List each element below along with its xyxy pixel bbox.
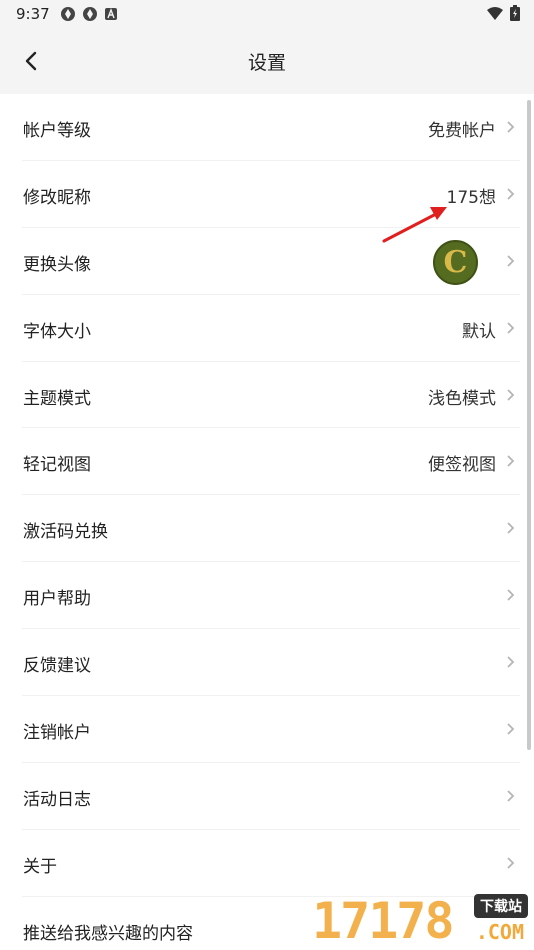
row-label: 激活码兑换 — [23, 522, 108, 543]
settings-row-redeem-code[interactable]: 激活码兑换 — [22, 495, 520, 563]
settings-list: 帐户等级 免费帐户 修改昵称 175想 更换头像 C 字体大小 默认 主题模式 … — [0, 94, 534, 950]
watermark-digits: 17178 — [312, 892, 455, 950]
settings-row-account-level[interactable]: 帐户等级 免费帐户 — [22, 94, 520, 161]
chevron-right-icon — [507, 723, 515, 735]
row-value: 浅色模式 — [428, 388, 496, 409]
chevron-right-icon — [507, 589, 515, 601]
status-bar: 9:37 — [0, 0, 534, 28]
settings-row-activity-log[interactable]: 活动日志 — [22, 763, 520, 830]
avatar[interactable]: C — [433, 239, 478, 285]
app-header: 设置 — [0, 28, 534, 94]
row-label: 更换头像 — [23, 254, 91, 275]
settings-row-font-size[interactable]: 字体大小 默认 — [22, 295, 520, 362]
wifi-icon — [486, 6, 504, 25]
chevron-right-icon — [507, 322, 515, 334]
settings-row-delete-account[interactable]: 注销帐户 — [22, 696, 520, 763]
row-label: 活动日志 — [23, 789, 91, 810]
page-title: 设置 — [247, 52, 286, 74]
chevron-right-icon — [507, 388, 515, 401]
chevron-right-icon — [507, 790, 515, 802]
row-value: 便签视图 — [428, 455, 496, 476]
battery-icon — [510, 5, 520, 25]
chevron-right-icon — [507, 188, 515, 200]
scrollbar[interactable] — [527, 100, 531, 750]
settings-row-nickname[interactable]: 修改昵称 175想 — [22, 161, 520, 228]
row-label: 轻记视图 — [23, 455, 91, 476]
row-label: 推送给我感兴趣的内容 — [23, 923, 193, 944]
watermark-suffix: .COM — [475, 920, 524, 944]
chevron-right-icon — [507, 656, 515, 668]
chevron-right-icon — [507, 121, 515, 133]
avatar-letter: C — [443, 244, 468, 280]
chevron-right-icon — [507, 857, 515, 869]
watermark-tag: 下载站 — [474, 894, 528, 918]
chevron-right-icon — [507, 522, 515, 534]
settings-row-theme[interactable]: 主题模式 浅色模式 — [22, 362, 520, 429]
chevron-right-icon — [507, 455, 515, 468]
row-label: 用户帮助 — [23, 589, 91, 610]
settings-row-avatar[interactable]: 更换头像 C — [22, 228, 520, 295]
row-label: 帐户等级 — [23, 121, 91, 141]
chevron-right-icon — [507, 255, 515, 267]
site-watermark: 17178 下载站 .COM — [312, 890, 532, 950]
row-value: 免费帐户 — [428, 121, 496, 141]
keyboard-notification-icon — [104, 6, 120, 22]
status-time: 9:37 — [16, 5, 50, 23]
settings-row-feedback[interactable]: 反馈建议 — [22, 629, 520, 697]
row-label: 修改昵称 — [23, 187, 91, 208]
app-notification-icon — [82, 6, 98, 22]
row-label: 主题模式 — [23, 388, 91, 409]
system-icons — [486, 5, 520, 25]
settings-row-about[interactable]: 关于 — [22, 830, 520, 897]
row-label: 字体大小 — [23, 321, 91, 342]
row-label: 反馈建议 — [23, 656, 91, 677]
row-value: 默认 — [462, 321, 496, 342]
notification-icons — [60, 6, 120, 22]
row-label: 注销帐户 — [23, 723, 91, 744]
row-label: 关于 — [23, 856, 57, 877]
settings-row-view[interactable]: 轻记视图 便签视图 — [22, 428, 520, 496]
settings-row-help[interactable]: 用户帮助 — [22, 562, 520, 630]
app-notification-icon — [60, 6, 76, 22]
row-value: 175想 — [446, 187, 496, 208]
